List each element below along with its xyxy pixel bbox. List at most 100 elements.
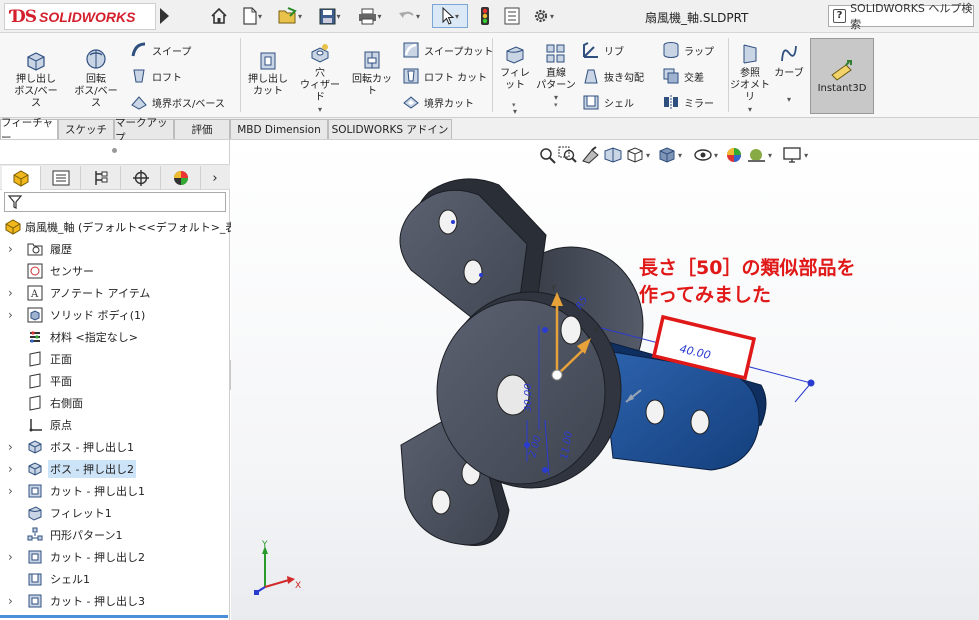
extrude-cut-button[interactable]: 押し出し カット (246, 49, 290, 98)
loft-cut-button[interactable]: ロフト カット (402, 67, 487, 85)
tab-solidworks-addins[interactable]: SOLIDWORKS アドイン (328, 119, 452, 139)
intersect-button[interactable]: 交差 (662, 67, 704, 85)
chevron-down-icon: ▾ (257, 11, 262, 21)
shell-label: シェル (604, 98, 634, 110)
expand-arrow-icon[interactable]: › (8, 308, 18, 322)
tree-item-history[interactable]: › 履歴 (0, 239, 228, 259)
tree-item-cut-extrude1[interactable]: › カット - 押し出し1 (0, 481, 228, 501)
expand-arrow-icon[interactable]: › (8, 440, 18, 454)
tab-feature-manager[interactable] (2, 166, 41, 190)
tab-dimxpert-manager[interactable] (122, 166, 161, 190)
boundary-cut-label: 境界カット (424, 98, 474, 110)
panel-scrollbar[interactable] (0, 615, 228, 618)
boundary-cut-button[interactable]: 境界カット (402, 93, 474, 111)
solidworks-logo[interactable]: ƊS SOLIDWORKS (4, 3, 156, 30)
open-button[interactable]: ▾ (274, 5, 306, 27)
tree-item-right-plane[interactable]: 右側面 (0, 393, 228, 413)
tree-item-circular-pattern1[interactable]: 円形パターン1 (0, 525, 228, 545)
rib-button[interactable]: リブ (582, 41, 624, 59)
print-button[interactable]: ▾ (354, 5, 386, 27)
tab-mbd-dimension[interactable]: MBD Dimension (230, 119, 328, 139)
sweep-button[interactable]: スイープ (130, 41, 191, 59)
extrude-boss-icon (27, 52, 45, 71)
property-manager-icon (52, 170, 70, 186)
reference-geometry-icon (743, 44, 757, 64)
extrude-boss-button[interactable]: 押し出し ボス/ベース (10, 49, 62, 110)
feature-manager-icon (13, 170, 29, 187)
tree-item-solid-bodies[interactable]: › ソリッド ボディ(1) (0, 305, 228, 325)
revolve-boss-button[interactable]: 回転 ボス/ベース (70, 47, 122, 110)
tab-display-manager[interactable] (162, 166, 201, 190)
annotation-icon: A (26, 285, 44, 301)
menu-expand-icon[interactable] (160, 8, 169, 24)
curves-button[interactable]: カーブ ▾ (772, 43, 806, 106)
tree-item-front-plane[interactable]: 正面 (0, 349, 228, 369)
draft-button[interactable]: 抜き勾配 (582, 67, 644, 85)
tree-item-cut-extrude2[interactable]: › カット - 押し出し2 (0, 547, 228, 567)
new-doc-button[interactable]: ▾ (236, 5, 268, 27)
drag-handle-x-label: X (593, 326, 599, 336)
help-search-box[interactable]: ? SOLIDWORKS ヘルプ検索 (828, 2, 974, 31)
home-button[interactable] (208, 5, 230, 27)
revolve-cut-button[interactable]: 回転カット (348, 49, 396, 98)
ribbon-separator (492, 38, 493, 112)
tab-sketch[interactable]: スケッチ (58, 119, 114, 139)
tree-item-label: ソリッド ボディ(1) (50, 309, 146, 322)
expand-arrow-icon[interactable]: › (8, 462, 18, 476)
tab-evaluate[interactable]: 評価 (174, 119, 230, 139)
tab-configuration-manager[interactable] (82, 166, 121, 190)
sweep-cut-button[interactable]: スイープカット (402, 41, 493, 59)
expand-arrow-icon[interactable]: › (8, 484, 18, 498)
rebuild-button[interactable] (476, 5, 494, 27)
expand-arrow-icon[interactable]: › (8, 594, 18, 608)
options-button[interactable]: ▾ (528, 5, 558, 27)
part-name: 扇風機_軸 (デフォルト<<デフォルト>_表示状 (25, 221, 259, 234)
linear-pattern-button[interactable]: 直線 パターン ▾ (536, 43, 576, 104)
hole-wizard-button[interactable]: 穴 ウィザード ▾ (296, 43, 344, 116)
instant3d-icon (831, 59, 852, 81)
tree-item-annotations[interactable]: › A アノテート アイテム (0, 283, 228, 303)
tree-item-material[interactable]: 材料 <指定なし> (0, 327, 228, 347)
boundary-boss-label: 境界ボス/ベース (152, 98, 225, 110)
loft-button[interactable]: ロフト (130, 67, 182, 85)
mirror-button[interactable]: ミラー (662, 93, 714, 111)
wrap-button[interactable]: ラップ (662, 41, 714, 59)
ribbon-separator (240, 38, 241, 112)
tab-features[interactable]: フィーチャー (0, 117, 58, 144)
wrap-icon (663, 42, 679, 58)
tab-property-manager[interactable] (42, 166, 81, 190)
fillet-label: フィレット (500, 68, 530, 91)
tree-item-origin[interactable]: 原点 (0, 415, 228, 435)
boundary-boss-button[interactable]: 境界ボス/ベース (130, 93, 225, 111)
reference-geometry-button[interactable]: 参照 ジオメトリ ▾ (730, 43, 770, 116)
help-search-text: SOLIDWORKS ヘルプ検索 (850, 2, 973, 31)
panel-grip[interactable] (112, 148, 117, 153)
tree-item-shell1[interactable]: シェル1 (0, 569, 228, 589)
tree-item-label: 履歴 (50, 243, 72, 256)
tree-item-boss-extrude2[interactable]: › ボス - 押し出し2 (0, 459, 228, 479)
chevron-down-icon: ▾ (549, 11, 554, 21)
part-model[interactable]: 40.00 30.00 2.00 11.00 R5 40.00 Y X (231, 140, 979, 620)
file-properties-button[interactable] (502, 5, 522, 27)
shell-button[interactable]: シェル (582, 93, 634, 111)
dimension-a-label[interactable]: 30.00 (523, 383, 534, 412)
chevron-down-icon: ▾ (512, 101, 516, 109)
undo-button[interactable]: ▾ (394, 5, 424, 27)
save-button[interactable]: ▾ (314, 5, 346, 27)
select-button[interactable]: ▾ (432, 4, 468, 28)
cursor-arrow-icon (442, 7, 455, 25)
tree-item-fillet1[interactable]: フィレット1 (0, 503, 228, 523)
tab-markup[interactable]: マークアップ (114, 117, 174, 144)
graphics-viewport[interactable]: ▾ ▾ ▾ ▾ ▾ 30.00 2.00 11.00 R5 40.00 Y X … (231, 140, 979, 620)
tree-item-cut-extrude3[interactable]: › カット - 押し出し3 (0, 591, 228, 611)
expand-arrow-icon[interactable]: › (8, 286, 18, 300)
tree-item-boss-extrude1[interactable]: › ボス - 押し出し1 (0, 437, 228, 457)
tree-filter-input[interactable] (4, 192, 226, 212)
tree-item-sensors[interactable]: センサー (0, 261, 228, 281)
expand-arrow-icon[interactable]: › (8, 242, 18, 256)
tree-root-part[interactable]: 扇風機_軸 (デフォルト<<デフォルト>_表示状 (4, 219, 258, 235)
tree-item-top-plane[interactable]: 平面 (0, 371, 228, 391)
expand-arrow-icon[interactable]: › (8, 550, 18, 564)
panel-tabs-more[interactable]: › (202, 166, 228, 190)
instant3d-button[interactable]: Instant3D (810, 38, 874, 114)
